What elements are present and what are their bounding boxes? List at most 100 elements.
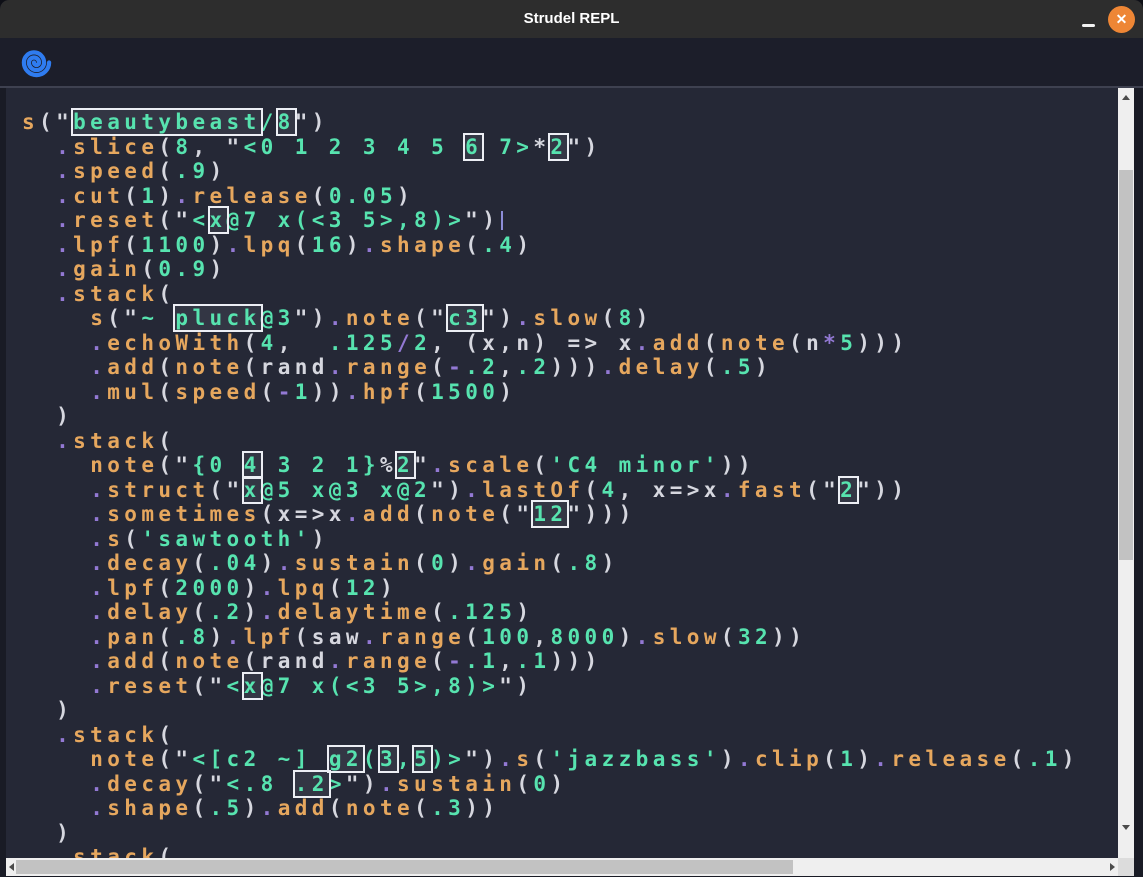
code-token: slow	[533, 306, 601, 330]
code-token: .	[56, 233, 73, 257]
code-token: (	[210, 478, 227, 502]
code-token: lpf	[244, 625, 295, 649]
code-token: .	[465, 478, 482, 502]
code-token: ))	[772, 625, 806, 649]
code-token: )	[210, 625, 227, 649]
code-token: (	[414, 551, 431, 575]
active-token-highlight: x	[210, 208, 227, 232]
code-token: 1	[141, 184, 158, 208]
code-token: note	[90, 747, 158, 771]
scroll-down-arrow-icon[interactable]	[1122, 825, 1130, 830]
code-token: <[c2 ~]	[192, 747, 328, 771]
scroll-left-arrow-icon[interactable]	[9, 863, 14, 871]
code-token: delay	[619, 355, 704, 379]
code-token: n	[806, 331, 823, 355]
code-token: ))	[721, 453, 755, 477]
code-token: )	[346, 233, 363, 257]
code-token: note	[90, 453, 158, 477]
code-line: .add(note(rand.range(-.1,.1)))	[22, 649, 1118, 674]
code-token: .	[227, 625, 244, 649]
code-token: decay	[107, 551, 192, 575]
code-token: <	[192, 208, 209, 232]
horizontal-scrollbar[interactable]	[6, 858, 1118, 876]
close-button[interactable]: ✕	[1108, 6, 1135, 33]
code-token: .2	[516, 355, 550, 379]
code-token: (	[158, 355, 175, 379]
code-line: )	[22, 404, 1118, 429]
code-token: 100	[482, 625, 533, 649]
code-token: .4	[482, 233, 516, 257]
code-token: (	[431, 649, 448, 673]
horizontal-scroll-thumb[interactable]	[16, 860, 793, 874]
code-token: (	[584, 478, 601, 502]
code-line: .struct("x@5 x@3 x@2").lastOf(4, x=>x.fa…	[22, 478, 1118, 503]
code-token: slice	[73, 135, 158, 159]
code-token: )	[499, 380, 516, 404]
code-line: .gain(0.9)	[22, 257, 1118, 282]
code-token: )))	[550, 649, 601, 673]
active-token-highlight: x	[244, 674, 261, 698]
code-token: )	[721, 747, 738, 771]
code-token: "	[431, 306, 448, 330]
code-line: )	[22, 821, 1118, 846]
strudel-spiral-logo-icon[interactable]	[21, 47, 52, 78]
minimize-button[interactable]	[1075, 0, 1103, 38]
code-token: 'jazzbass'	[550, 747, 720, 771]
code-token: , (x,n) => x	[431, 331, 636, 355]
code-token: .	[363, 625, 380, 649]
code-token: (	[192, 551, 209, 575]
code-token: <0 1 2 3 4 5	[244, 135, 466, 159]
code-token: 'sawtooth'	[141, 527, 311, 551]
code-token: @3	[261, 306, 295, 330]
code-token: (	[363, 747, 380, 771]
code-token: .1	[1028, 747, 1062, 771]
code-token: note	[175, 649, 243, 673]
code-line: .stack(	[22, 723, 1118, 748]
code-token: lpq	[278, 576, 329, 600]
code-token: )	[448, 551, 465, 575]
code-token: )	[516, 233, 533, 257]
vertical-scroll-thumb[interactable]	[1119, 170, 1133, 560]
code-editor[interactable]: s("beautybeast/8") .slice(8, "<0 1 2 3 4…	[6, 88, 1118, 858]
code-token: .	[90, 625, 107, 649]
code-line: .lpf(1100).lpq(16).shape(.4)	[22, 233, 1118, 258]
code-token: range	[346, 355, 431, 379]
code-token: (	[124, 527, 141, 551]
code-line: .s('sawtooth')	[22, 527, 1118, 552]
code-token: .2	[210, 600, 244, 624]
code-token: .1	[465, 649, 499, 673]
scroll-right-arrow-icon[interactable]	[1110, 863, 1115, 871]
active-token-highlight: x	[244, 478, 261, 502]
code-token: note	[175, 355, 243, 379]
code-token: )	[755, 355, 772, 379]
code-token: @7 x(<3 5>,8)>	[261, 674, 500, 698]
code-token: .	[56, 845, 73, 858]
code-token: rand	[261, 355, 329, 379]
code-token: "	[482, 306, 499, 330]
code-token: ,	[278, 331, 329, 355]
code-token: stack	[73, 429, 158, 453]
code-token: (	[158, 845, 175, 858]
code-token: )	[210, 233, 227, 257]
text-cursor	[501, 211, 503, 230]
code-token: )	[244, 600, 261, 624]
code-line: .stack(	[22, 429, 1118, 454]
code-token: 8	[619, 306, 636, 330]
code-token: (	[533, 747, 550, 771]
code-token: ))	[312, 380, 346, 404]
vertical-scrollbar[interactable]	[1118, 88, 1134, 858]
window-titlebar[interactable]: Strudel REPL ✕	[0, 0, 1143, 38]
code-token: 3 2 1}	[261, 453, 380, 477]
code-token: clip	[755, 747, 823, 771]
code-token: (	[158, 723, 175, 747]
code-token: (	[158, 159, 175, 183]
scroll-up-arrow-icon[interactable]	[1122, 95, 1130, 100]
code-token: "	[295, 110, 312, 134]
code-token: 0	[533, 772, 550, 796]
strudel-repl-window: Strudel REPL ✕ s("beautybeast/8") .slice…	[0, 0, 1143, 877]
code-token: x=>x	[278, 502, 346, 526]
code-token: add	[107, 355, 158, 379]
code-token: )	[397, 184, 414, 208]
code-token: "	[499, 674, 516, 698]
code-token: .1	[516, 649, 550, 673]
